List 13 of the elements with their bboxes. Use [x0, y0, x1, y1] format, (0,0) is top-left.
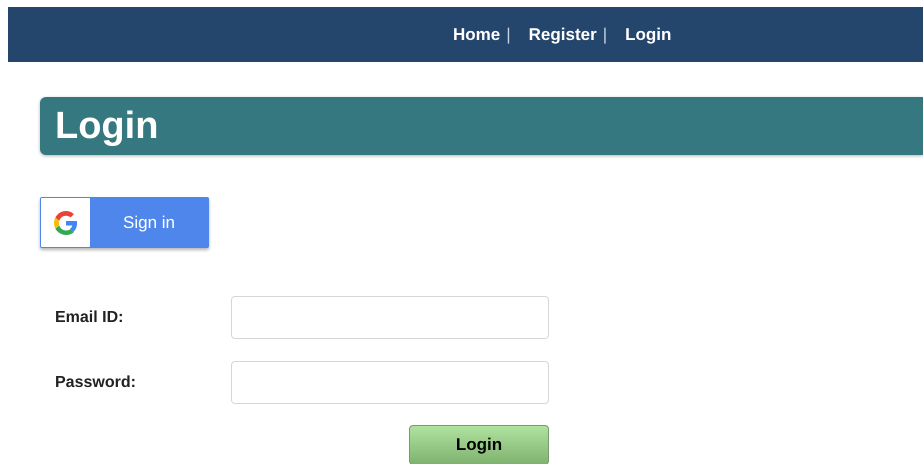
text-input[interactable]	[231, 361, 549, 404]
text-input[interactable]	[231, 296, 549, 339]
google-sign-in-button[interactable]: Sign in	[40, 197, 209, 248]
field-label: Password:	[54, 372, 137, 392]
nav-link[interactable]: Register	[528, 22, 597, 48]
nav-link[interactable]: Login	[625, 22, 672, 48]
nav-separator: |	[506, 24, 511, 46]
nav-separator: |	[602, 24, 608, 46]
google-g-icon	[54, 210, 78, 234]
page-title: Login	[55, 107, 158, 145]
field-label: Email ID:	[54, 308, 124, 328]
login-button[interactable]: Login	[409, 425, 549, 464]
nav-link[interactable]: Home	[453, 22, 500, 48]
